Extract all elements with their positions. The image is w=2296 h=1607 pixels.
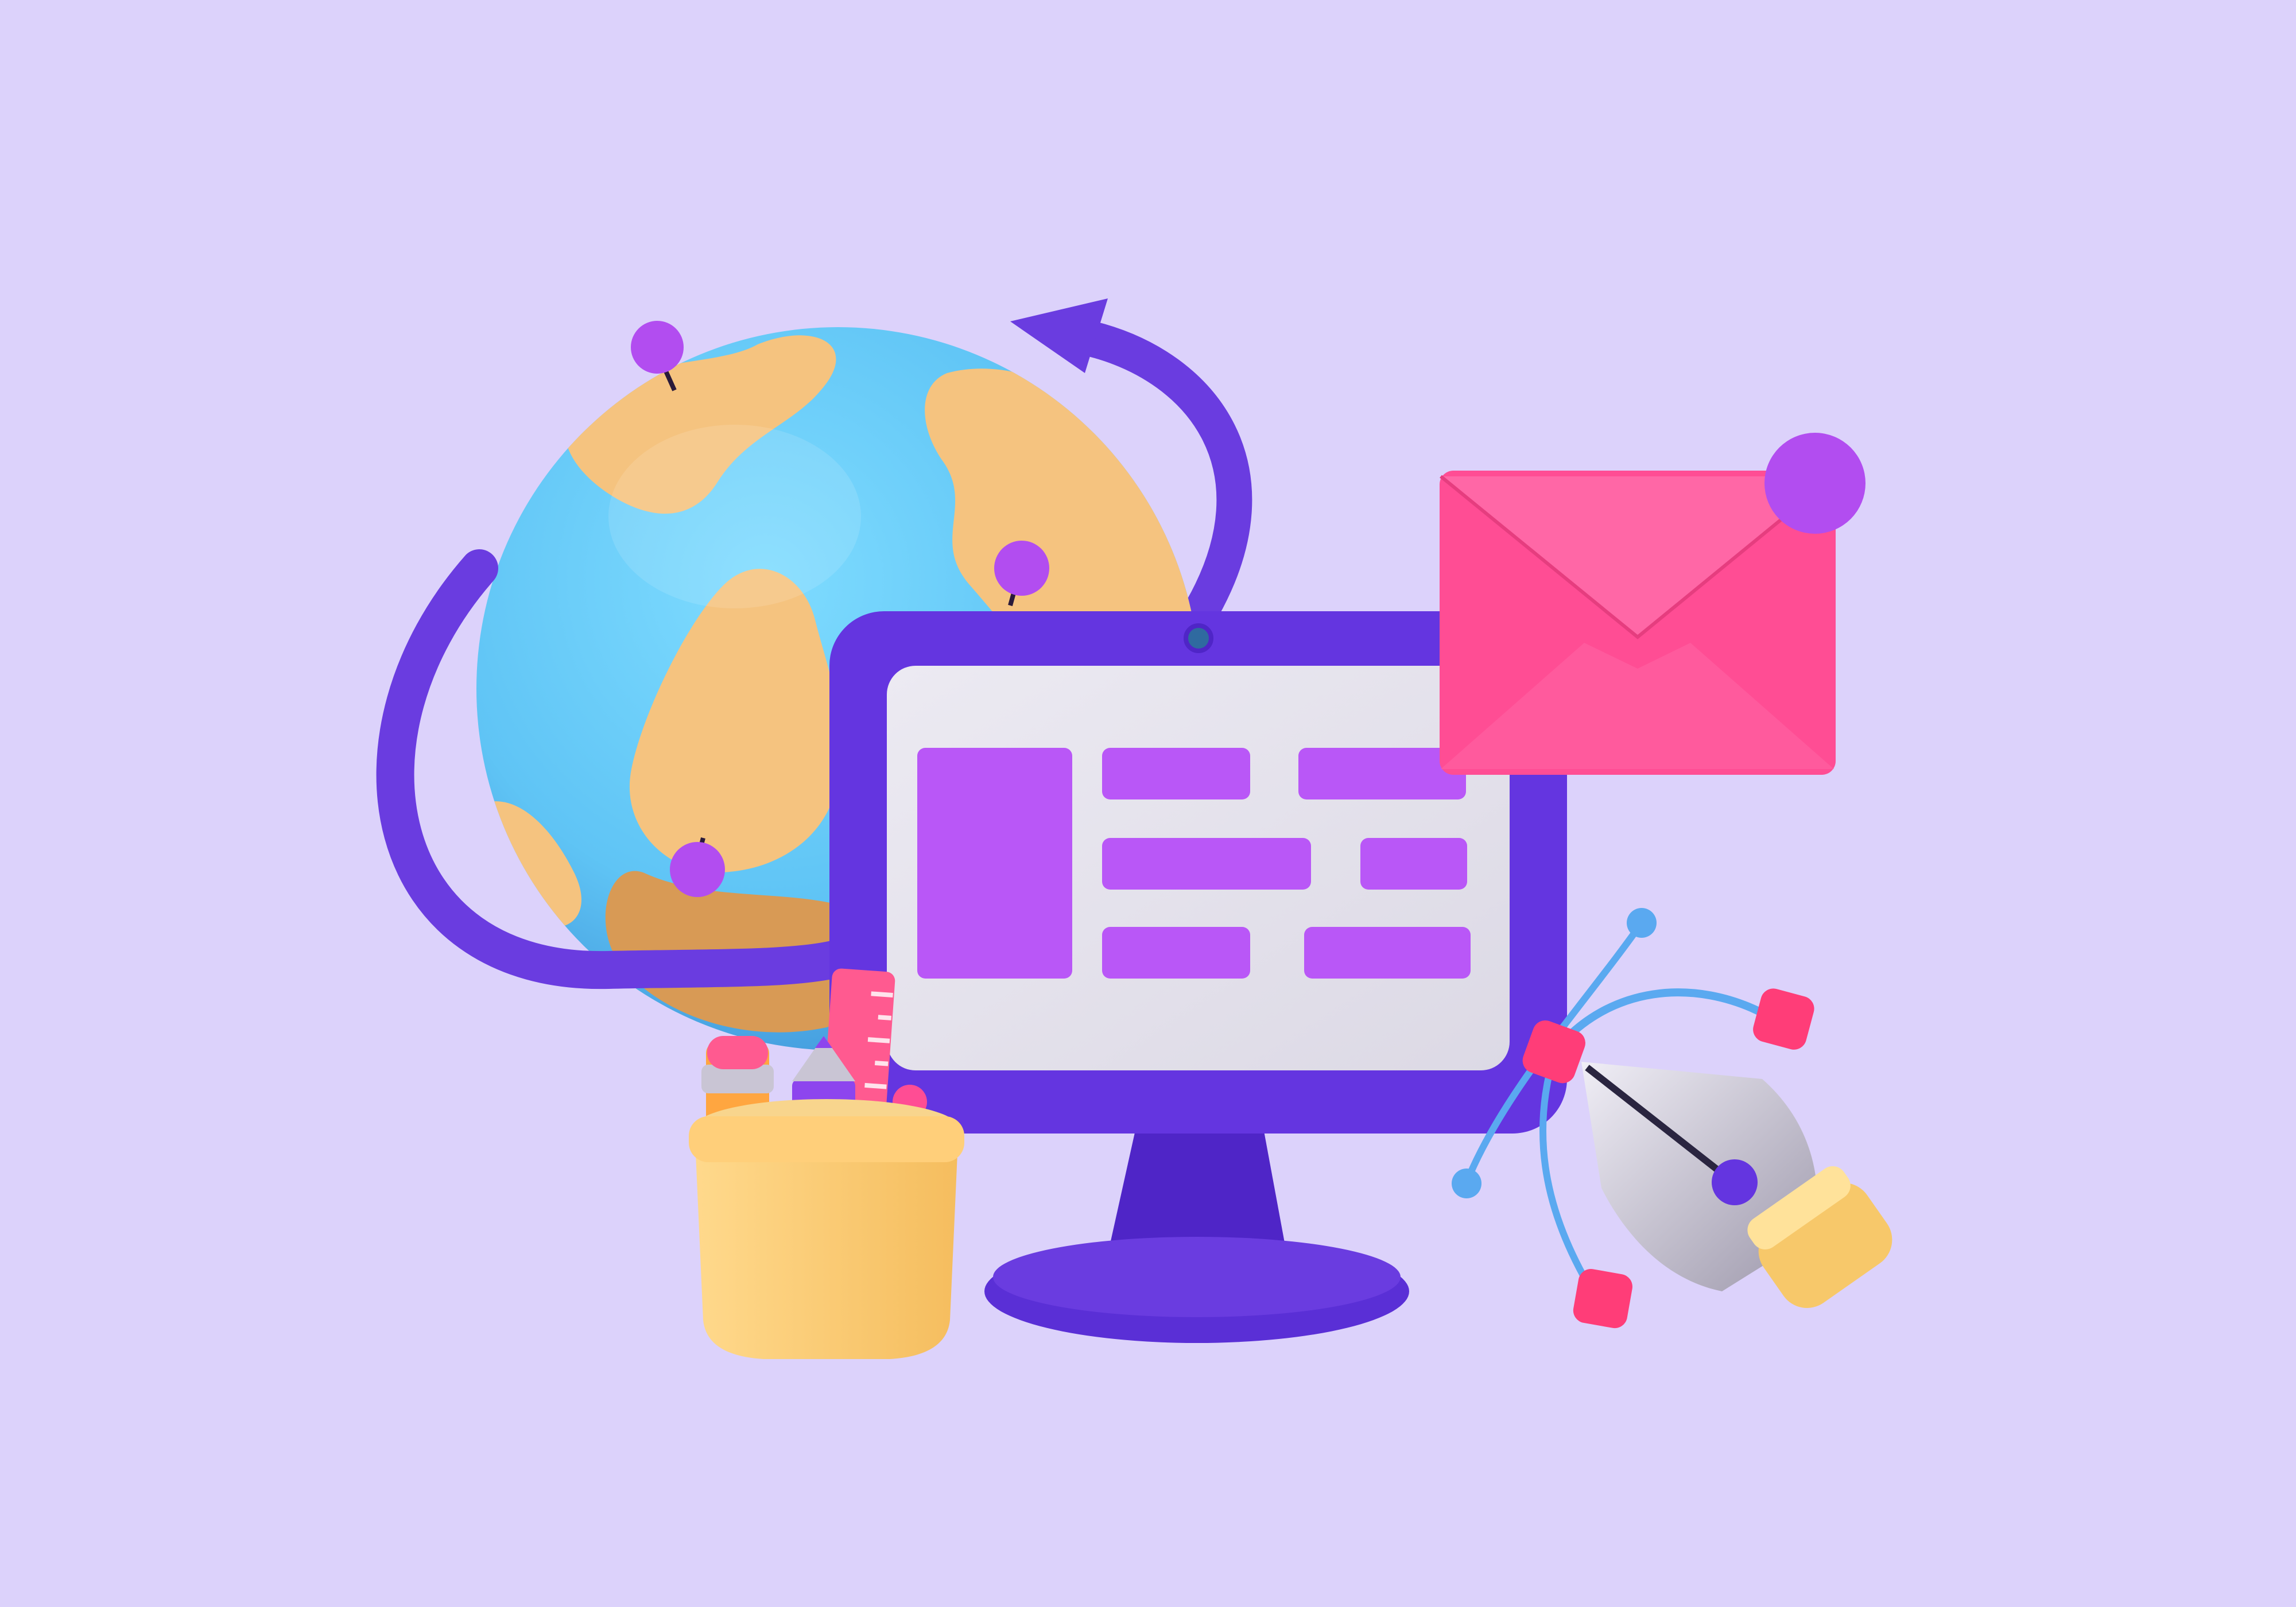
- notification-badge-icon: [1764, 433, 1865, 534]
- screen-layout: [917, 748, 1471, 979]
- monitor-stand: [984, 1125, 1409, 1343]
- webcam-icon: [1184, 623, 1213, 653]
- envelope-icon: [1440, 433, 1865, 775]
- illustration-scene: [376, 298, 1892, 1359]
